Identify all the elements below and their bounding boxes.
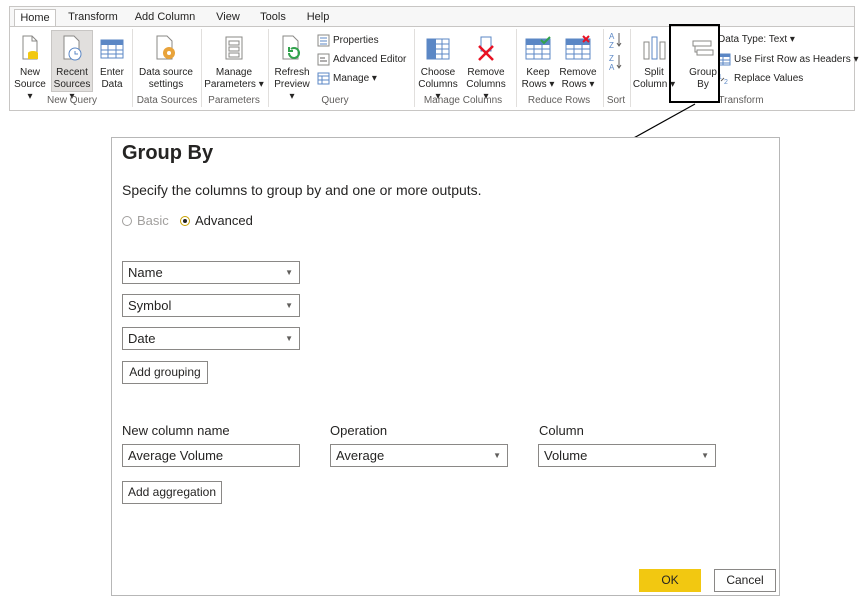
chevron-down-icon: ▼	[285, 334, 293, 343]
column-dropdown[interactable]: Volume ▼	[538, 444, 716, 467]
mode-basic-label: Basic	[137, 213, 169, 228]
dialog-subtitle: Specify the columns to group by and one …	[122, 182, 482, 198]
grouping-value: Date	[128, 331, 156, 346]
add-aggregation-button[interactable]: Add aggregation	[122, 481, 222, 504]
operation-label: Operation	[330, 423, 388, 438]
dialog-title: Group By	[122, 142, 214, 164]
cancel-button[interactable]: Cancel	[714, 569, 776, 592]
grouping-dropdown-date[interactable]: Date ▼	[122, 327, 300, 350]
grouping-value: Symbol	[128, 298, 172, 313]
new-column-name-label: New column name	[122, 423, 230, 438]
group-by-dialog: Group By Specify the columns to group by…	[111, 137, 780, 596]
chevron-down-icon: ▼	[285, 301, 293, 310]
operation-value: Average	[336, 448, 385, 463]
new-column-name-input[interactable]: Average Volume	[122, 444, 300, 467]
add-grouping-button[interactable]: Add grouping	[122, 361, 208, 384]
chevron-down-icon: ▼	[701, 451, 709, 460]
operation-dropdown[interactable]: Average ▼	[330, 444, 508, 467]
radio-dot	[122, 215, 132, 226]
mode-basic-radio[interactable]: Basic	[122, 213, 169, 228]
chevron-down-icon: ▼	[493, 451, 501, 460]
chevron-down-icon: ▼	[285, 268, 293, 277]
mode-advanced-label: Advanced	[195, 213, 253, 228]
mode-advanced-radio[interactable]: Advanced	[180, 213, 253, 228]
grouping-value: Name	[128, 265, 163, 280]
column-value: Volume	[544, 448, 588, 463]
ok-button[interactable]: OK	[639, 569, 701, 592]
radio-dot	[180, 215, 190, 226]
grouping-dropdown-name[interactable]: Name ▼	[122, 261, 300, 284]
column-label: Column	[539, 423, 584, 438]
grouping-dropdown-symbol[interactable]: Symbol ▼	[122, 294, 300, 317]
